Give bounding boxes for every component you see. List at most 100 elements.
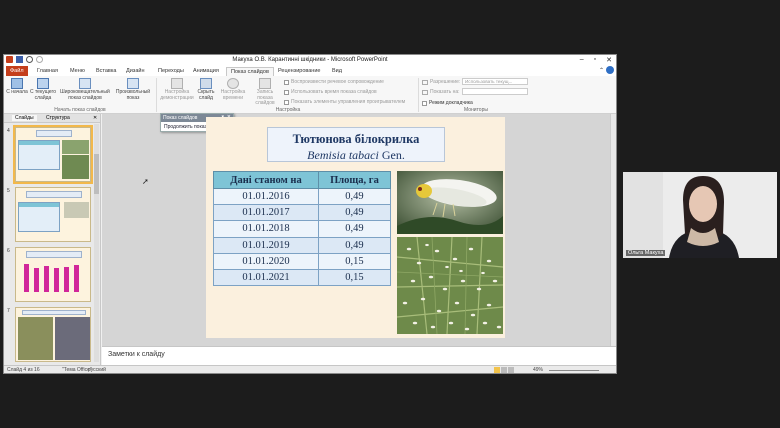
- tab-view[interactable]: Вид: [328, 67, 346, 76]
- thumb-bar: [74, 265, 79, 292]
- thumb-bar: [24, 264, 29, 292]
- table-cell-area: 0,15: [317, 268, 392, 287]
- thumb-number: 6: [7, 248, 10, 254]
- notes-placeholder: Заметки к слайду: [108, 351, 165, 358]
- table-row: 01.01.2017 0,49: [213, 204, 392, 222]
- presenter-view-checkbox[interactable]: Режим докладчика: [422, 100, 473, 106]
- table-cell-date: 01.01.2019: [213, 236, 319, 254]
- table-cell-area: 0,49: [317, 220, 392, 238]
- thumb-title: [26, 251, 82, 258]
- tab-file[interactable]: Файл: [6, 66, 28, 76]
- tab-insert[interactable]: Вставка: [92, 67, 120, 76]
- title-bar: Макуха О.В. Карантинні шкідники - Micros…: [4, 55, 616, 66]
- slides-panel: Слайды Структура ✕ 4 5 6 7: [4, 114, 101, 365]
- panel-tabs: Слайды Структура ✕: [4, 114, 100, 123]
- resolution-select[interactable]: Использовать текущ...: [462, 78, 528, 85]
- tab-menu[interactable]: Меню: [66, 67, 89, 76]
- slide-thumbnail-4[interactable]: [13, 125, 93, 184]
- table-cell-date: 01.01.2016: [213, 187, 319, 206]
- whitefly-photo: [397, 171, 503, 234]
- slide-counter: Слайд 4 из 16: [7, 367, 40, 373]
- thumb-title: [22, 310, 86, 315]
- tab-design[interactable]: Дизайн: [122, 67, 149, 76]
- group-monitors-label: Мониторы: [464, 107, 488, 113]
- panel-scrollbar[interactable]: [94, 124, 99, 362]
- table-row: 01.01.2020 0,15: [213, 252, 392, 270]
- slideshow-start-icon: [11, 78, 23, 89]
- scrollbar-thumb[interactable]: [94, 154, 99, 194]
- show-on-label: Показать на:: [422, 89, 460, 95]
- mouse-cursor-icon: ➚: [142, 177, 149, 186]
- controls-checkbox[interactable]: Показать элементы управления проигрывате…: [284, 99, 405, 105]
- view-buttons: [494, 367, 520, 373]
- table-header-row: Дані станом на Площа, га: [213, 171, 392, 189]
- reading-view-icon[interactable]: [508, 367, 514, 373]
- minimize-icon[interactable]: –: [580, 56, 584, 64]
- table-row: 01.01.2018 0,49: [213, 220, 392, 238]
- thumb-number: 4: [7, 128, 10, 134]
- tab-animation[interactable]: Анимация: [189, 67, 223, 76]
- thumb-image: [18, 317, 53, 360]
- table-cell-area: 0,49: [317, 187, 392, 206]
- record-show-button[interactable]: Запись показа слайдов: [249, 78, 281, 107]
- monitor-icon: [422, 89, 428, 95]
- status-bar: Слайд 4 из 16 "Тема Office" русский 49%: [4, 365, 616, 373]
- thumb-bar: [44, 266, 49, 292]
- table-cell-date: 01.01.2020: [213, 252, 319, 270]
- slide-thumbnail-7[interactable]: [15, 307, 91, 362]
- timings-checkbox[interactable]: Использовать время показа слайдов: [284, 89, 377, 95]
- tab-outline[interactable]: Структура: [46, 115, 70, 121]
- workspace-scrollbar[interactable]: [610, 114, 616, 346]
- table-cell-date: 01.01.2018: [213, 220, 319, 238]
- slide-title-box: Тютюнова білокрилка Bemisia tabaci Gen.: [267, 127, 445, 162]
- latin-name: Bemisia tabaci: [307, 148, 379, 162]
- tab-transitions[interactable]: Переходы: [154, 67, 188, 76]
- custom-show-button[interactable]: Произвольный показ: [113, 78, 153, 101]
- normal-view-icon[interactable]: [494, 367, 500, 373]
- tab-slideshow[interactable]: Показ слайдов: [226, 67, 274, 76]
- show-on-select[interactable]: [462, 88, 528, 95]
- thumb-bar: [64, 267, 69, 292]
- zoom-slider[interactable]: [549, 370, 599, 371]
- table-cell-area: 0,49: [317, 236, 392, 254]
- thumb-image: [55, 317, 90, 360]
- participant-video: [623, 172, 777, 258]
- current-slide: Тютюнова білокрилка Bemisia tabaci Gen. …: [206, 117, 505, 338]
- slide-thumbnail-5[interactable]: [15, 187, 91, 242]
- narration-checkbox[interactable]: Воспроизвести речевое сопровождение: [284, 79, 384, 85]
- ribbon-collapse-icon[interactable]: ⌃: [599, 67, 604, 74]
- broadcast-button[interactable]: Широковещательный показ слайдов: [59, 78, 111, 101]
- broadcast-icon: [79, 78, 91, 89]
- setup-show-button[interactable]: Настройка демонстрации: [159, 78, 195, 101]
- zoom-level[interactable]: 49%: [533, 367, 543, 373]
- checkbox-icon: [284, 99, 289, 105]
- thumb-number: 5: [7, 188, 10, 194]
- table-row: 01.01.2016 0,49: [213, 187, 392, 206]
- table-header-date: Дані станом на: [213, 171, 319, 189]
- slide-thumbnail-6[interactable]: [15, 247, 91, 302]
- hide-slide-icon: [200, 78, 212, 89]
- thumb-bar: [54, 268, 59, 292]
- thumb-table: [18, 140, 60, 170]
- thumb-image: [64, 202, 89, 218]
- from-current-button[interactable]: С текущего слайда: [29, 78, 57, 101]
- from-start-button[interactable]: С начала: [6, 78, 28, 96]
- tab-review[interactable]: Рецензирование: [274, 67, 324, 76]
- stopwatch-icon: [227, 78, 239, 89]
- thumb-number: 7: [7, 308, 10, 314]
- tab-home[interactable]: Главная: [33, 67, 62, 76]
- maximize-icon[interactable]: ▫: [594, 56, 596, 64]
- sorter-view-icon[interactable]: [501, 367, 507, 373]
- tab-slides[interactable]: Слайды: [12, 115, 37, 121]
- hide-slide-button[interactable]: Скрыть слайд: [195, 78, 217, 101]
- help-icon[interactable]: [606, 66, 614, 74]
- table-cell-area: 0,15: [317, 252, 392, 270]
- language-indicator: русский: [88, 367, 106, 373]
- notes-pane[interactable]: Заметки к слайду: [102, 346, 616, 365]
- ribbon-separator: [156, 78, 157, 112]
- rehearse-timings-button[interactable]: Настройка времени: [218, 78, 248, 101]
- author-abbrev: Gen.: [378, 148, 405, 162]
- window-controls: – ▫ ✕: [580, 56, 612, 64]
- close-panel-icon[interactable]: ✕: [93, 115, 97, 121]
- close-icon[interactable]: ✕: [606, 56, 612, 64]
